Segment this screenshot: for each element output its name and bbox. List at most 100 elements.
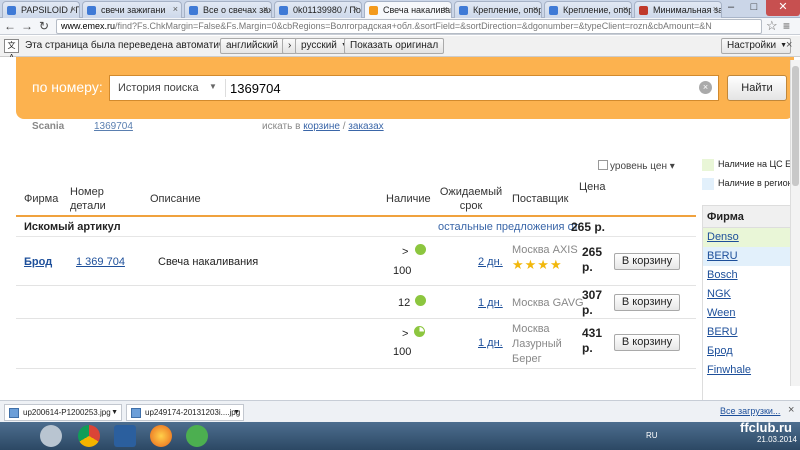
- other-offers-price: 265 р.: [571, 220, 606, 234]
- search-panel: по номеру: История поиска ▼ × Найти: [16, 57, 794, 119]
- browser-tab[interactable]: свечи зажигани ×: [82, 1, 182, 18]
- availability-dot-icon: [415, 295, 426, 306]
- tab-close-icon[interactable]: ×: [713, 4, 718, 14]
- download-item[interactable]: up249174-20131203i....jpg ▼: [126, 404, 244, 421]
- find-button[interactable]: Найти: [727, 75, 787, 101]
- orders-link[interactable]: заказах: [348, 121, 383, 132]
- bookmark-star-icon[interactable]: ☆: [766, 18, 778, 34]
- utorrent-icon[interactable]: [186, 425, 208, 447]
- menu-icon[interactable]: ≡: [783, 19, 790, 33]
- cart-link[interactable]: корзине: [303, 121, 340, 132]
- other-offers-link[interactable]: остальные предложения от: [438, 221, 578, 233]
- language-indicator[interactable]: RU: [646, 431, 658, 440]
- col-availability[interactable]: Наличие: [386, 192, 431, 206]
- brand-filter-item[interactable]: BERU: [703, 323, 800, 342]
- col-price[interactable]: Цена: [579, 180, 605, 194]
- back-icon[interactable]: ←: [2, 19, 18, 34]
- prev-number-link[interactable]: 1369704: [94, 121, 133, 132]
- tab-close-icon[interactable]: ×: [71, 4, 76, 14]
- group-row: Искомый артикул остальные предложения от…: [16, 217, 696, 237]
- download-filename: up200614-P1200253.jpg: [23, 408, 111, 417]
- price-level-checkbox[interactable]: [598, 160, 608, 170]
- browser-tab[interactable]: Крепление, опор ×: [544, 1, 632, 18]
- close-downloads-icon[interactable]: ×: [788, 404, 794, 416]
- chrome-icon[interactable]: [78, 425, 100, 447]
- browser-tab[interactable]: Все о свечах заж ×: [184, 1, 272, 18]
- minimize-button[interactable]: –: [720, 0, 742, 16]
- seek-prefix: искать в: [262, 121, 301, 132]
- part-number-link[interactable]: 1 369 704: [76, 255, 125, 269]
- price-level-toggle[interactable]: уровень цен ▾: [598, 160, 675, 172]
- tab-close-icon[interactable]: ×: [353, 4, 358, 14]
- browser-tab-active[interactable]: Свеча накаливан ×: [364, 1, 452, 19]
- table-row: > 100 1 дн. Москва Лазурный Берег 431 р.…: [16, 319, 696, 369]
- page-scrollbar[interactable]: [790, 60, 800, 386]
- term-link[interactable]: 1 дн.: [478, 296, 503, 310]
- clock-date: 21.03.2014: [756, 435, 797, 444]
- col-supplier: Поставщик: [512, 193, 569, 205]
- browser-tab[interactable]: PAPSILOID / Про×: [2, 1, 80, 18]
- browser-tab[interactable]: Минимальная за ×: [634, 1, 722, 18]
- seek-separator: /: [342, 121, 346, 132]
- browser-tab[interactable]: Крепление, опор ×: [454, 1, 542, 18]
- source-language-label: английский: [226, 40, 279, 51]
- avail-count: 12: [398, 297, 411, 309]
- brand-filter-item[interactable]: Брод: [703, 342, 800, 361]
- alien-icon[interactable]: [40, 425, 62, 447]
- brand-filter-item[interactable]: Finwhale: [703, 361, 800, 380]
- translate-settings-button[interactable]: Настройки ▼: [721, 38, 792, 54]
- brand-filter-title: Фирма: [703, 206, 800, 228]
- table-row: Брод 1 369 704 Свеча накаливания > 100 2…: [16, 238, 696, 286]
- close-translate-bar-icon[interactable]: ×: [786, 39, 792, 51]
- scrollbar-thumb[interactable]: [792, 66, 799, 186]
- download-item[interactable]: up200614-P1200253.jpg ▼: [4, 404, 122, 421]
- brand-filter-item[interactable]: BERU: [703, 247, 800, 266]
- browser-tab[interactable]: 0k01139980 / Пои ×: [274, 1, 362, 18]
- reload-icon[interactable]: ↻: [36, 19, 52, 34]
- page-content: по номеру: История поиска ▼ × Найти Scan…: [0, 57, 800, 400]
- prev-brand: Scania: [32, 121, 65, 132]
- tab-label: Крепление, опор: [473, 5, 542, 15]
- col-part-number[interactable]: Номер детали: [70, 185, 110, 213]
- chevron-down-icon[interactable]: ▼: [111, 405, 118, 420]
- favicon-icon: [189, 6, 198, 15]
- legend-label: Наличие на ЦС Em: [718, 159, 799, 169]
- chevron-down-icon[interactable]: ▼: [209, 82, 217, 91]
- chevron-down-icon[interactable]: ▼: [233, 405, 240, 420]
- brand-filter-item[interactable]: Bosch: [703, 266, 800, 285]
- tab-close-icon[interactable]: ×: [443, 4, 448, 14]
- url-field[interactable]: www.emex.ru/find?Fs.ChkMargin=False&Fs.M…: [56, 19, 762, 34]
- maximize-button[interactable]: □: [743, 0, 765, 16]
- show-all-downloads-link[interactable]: Все загрузки...: [720, 406, 780, 416]
- clear-icon[interactable]: ×: [699, 81, 712, 94]
- part-number-input[interactable]: [230, 79, 690, 97]
- add-to-cart-button[interactable]: В корзину: [614, 253, 680, 270]
- brand-filter-item[interactable]: Denso: [703, 228, 800, 247]
- media-player-icon[interactable]: [114, 425, 136, 447]
- col-expected[interactable]: Ожидаемый срок: [436, 185, 506, 213]
- col-firm[interactable]: Фирма: [24, 192, 58, 206]
- brand-filter-item[interactable]: NGK: [703, 285, 800, 304]
- legend-label: Наличие в регионе: [718, 178, 798, 188]
- tab-close-icon[interactable]: ×: [623, 4, 628, 14]
- close-window-button[interactable]: ✕: [766, 0, 800, 16]
- firm-link[interactable]: Брод: [24, 255, 52, 269]
- tab-label: свечи зажигани: [101, 5, 166, 15]
- term-link[interactable]: 2 дн.: [478, 255, 503, 269]
- search-history-dropdown[interactable]: История поиска: [118, 82, 199, 94]
- add-to-cart-button[interactable]: В корзину: [614, 334, 680, 351]
- show-original-button[interactable]: Показать оригинал: [344, 38, 445, 54]
- tab-close-icon[interactable]: ×: [173, 4, 178, 14]
- legend-swatch: [702, 159, 714, 171]
- forward-icon[interactable]: →: [19, 19, 35, 34]
- brand-filter-item[interactable]: Ween: [703, 304, 800, 323]
- tab-close-icon[interactable]: ×: [263, 4, 268, 14]
- tab-label: Все о свечах заж: [203, 5, 272, 15]
- term-link[interactable]: 1 дн.: [478, 336, 503, 350]
- col-description: Описание: [150, 193, 201, 205]
- tab-close-icon[interactable]: ×: [533, 4, 538, 14]
- group-title: Искомый артикул: [24, 221, 121, 233]
- add-to-cart-button[interactable]: В корзину: [614, 294, 680, 311]
- image-file-icon: [131, 408, 141, 418]
- firefox-icon[interactable]: [150, 425, 172, 447]
